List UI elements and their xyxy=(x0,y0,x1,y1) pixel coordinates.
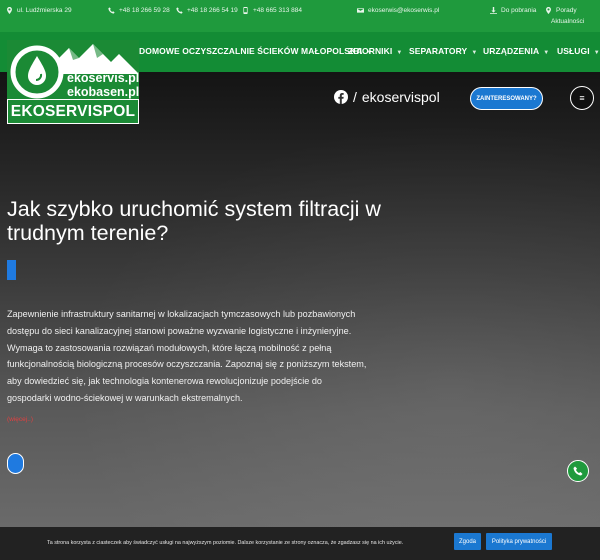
scroll-indicator-button[interactable] xyxy=(7,453,24,474)
nav-item-devices[interactable]: URZĄDZENIA ▼ xyxy=(483,46,549,56)
phone2-text[interactable]: +48 18 266 54 19 xyxy=(187,7,238,14)
chevron-down-icon: ▼ xyxy=(396,50,403,56)
nav-item-separators[interactable]: SEPARATORY ▼ xyxy=(409,46,477,56)
facebook-handle[interactable]: ekoservispol xyxy=(362,89,440,105)
top-info-bar: ul. Ludźmierska 29 +48 18 266 59 28 +48 … xyxy=(0,0,600,32)
call-button[interactable] xyxy=(567,460,589,482)
location-pin-icon xyxy=(7,7,12,14)
privacy-policy-button[interactable]: Polityka prywatności xyxy=(486,533,552,550)
read-more-link[interactable]: (więcej..) xyxy=(7,416,33,423)
phone1-item[interactable]: +48 18 266 59 28 xyxy=(108,7,170,14)
cookie-accept-button[interactable]: Zgoda xyxy=(454,533,481,550)
accent-bar xyxy=(7,260,16,280)
phone2-item[interactable]: +48 18 266 54 19 xyxy=(176,7,238,14)
email-item[interactable]: ekoserwis@ekoserwis.pl xyxy=(357,7,439,14)
address-item: ul. Ludźmierska 29 xyxy=(6,7,72,14)
nav-item-label[interactable]: SEPARATORY xyxy=(409,46,467,56)
article-intro: Zapewnienie infrastruktury sanitarnej w … xyxy=(7,309,367,403)
chevron-down-icon: ▼ xyxy=(593,50,600,56)
phone-icon xyxy=(573,466,583,476)
logo-graphic: ekoservis.pl ekobasen.pl xyxy=(7,40,139,100)
email-text[interactable]: ekoserwis@ekoserwis.pl xyxy=(368,7,439,14)
download-icon xyxy=(490,7,497,14)
mobile-text[interactable]: +48 665 313 884 xyxy=(253,7,302,14)
mobile-phone-icon xyxy=(243,7,248,14)
interested-button[interactable]: ZAINTERESOWANY? xyxy=(470,87,543,110)
facebook-separator: / xyxy=(353,89,357,105)
facebook-link[interactable]: / ekoservispol xyxy=(334,89,440,105)
cookie-message: Ta strona korzysta z ciasteczek aby świa… xyxy=(47,540,404,546)
advice-text[interactable]: Porady xyxy=(556,7,577,14)
logo-wordmark: EKOSERVISPOL xyxy=(7,99,139,124)
nav-item-tanks[interactable]: ZBIORNIKI ▼ xyxy=(348,46,402,56)
downloads-text[interactable]: Do pobrania xyxy=(501,7,536,14)
downloads-link[interactable]: Do pobrania xyxy=(490,7,536,14)
phone-icon xyxy=(108,7,115,14)
logo-line-2: ekobasen.pl xyxy=(67,85,140,99)
nav-item-label[interactable]: ZBIORNIKI xyxy=(348,46,392,56)
chevron-down-icon: ▼ xyxy=(471,50,478,56)
nav-item-services[interactable]: USŁUGI ▼ xyxy=(557,46,600,56)
address-text: ul. Ludźmierska 29 xyxy=(17,7,72,14)
page-title: Jak szybko uruchomić system filtracji w … xyxy=(7,197,381,245)
logo-line-1: ekoservis.pl xyxy=(67,71,140,85)
hero-section xyxy=(0,72,600,527)
hamburger-menu-button[interactable]: ≡ xyxy=(570,86,594,110)
phone1-text[interactable]: +48 18 266 59 28 xyxy=(119,7,170,14)
chevron-down-icon: ▼ xyxy=(543,50,550,56)
nav-item-label[interactable]: DOMOWE OCZYSZCZALNIE ŚCIEKÓW MAŁOPOLSKA xyxy=(139,46,362,56)
location-pin-icon xyxy=(546,7,551,14)
phone-icon xyxy=(176,7,183,14)
advice-link[interactable]: Porady xyxy=(545,7,577,14)
hamburger-icon: ≡ xyxy=(579,93,585,103)
nav-item-label[interactable]: USŁUGI xyxy=(557,46,590,56)
nav-item-domestic-treatment-plants[interactable]: DOMOWE OCZYSZCZALNIE ŚCIEKÓW MAŁOPOLSKA ▼ xyxy=(139,46,373,56)
mobile-item[interactable]: +48 665 313 884 xyxy=(242,7,302,14)
news-link[interactable]: Aktualności xyxy=(551,18,584,25)
site-logo[interactable]: ekoservis.pl ekobasen.pl EKOSERVISPOL xyxy=(7,40,139,124)
nav-item-label[interactable]: URZĄDZENIA xyxy=(483,46,539,56)
facebook-icon xyxy=(334,90,348,104)
envelope-icon xyxy=(357,8,364,13)
news-text[interactable]: Aktualności xyxy=(551,18,584,25)
